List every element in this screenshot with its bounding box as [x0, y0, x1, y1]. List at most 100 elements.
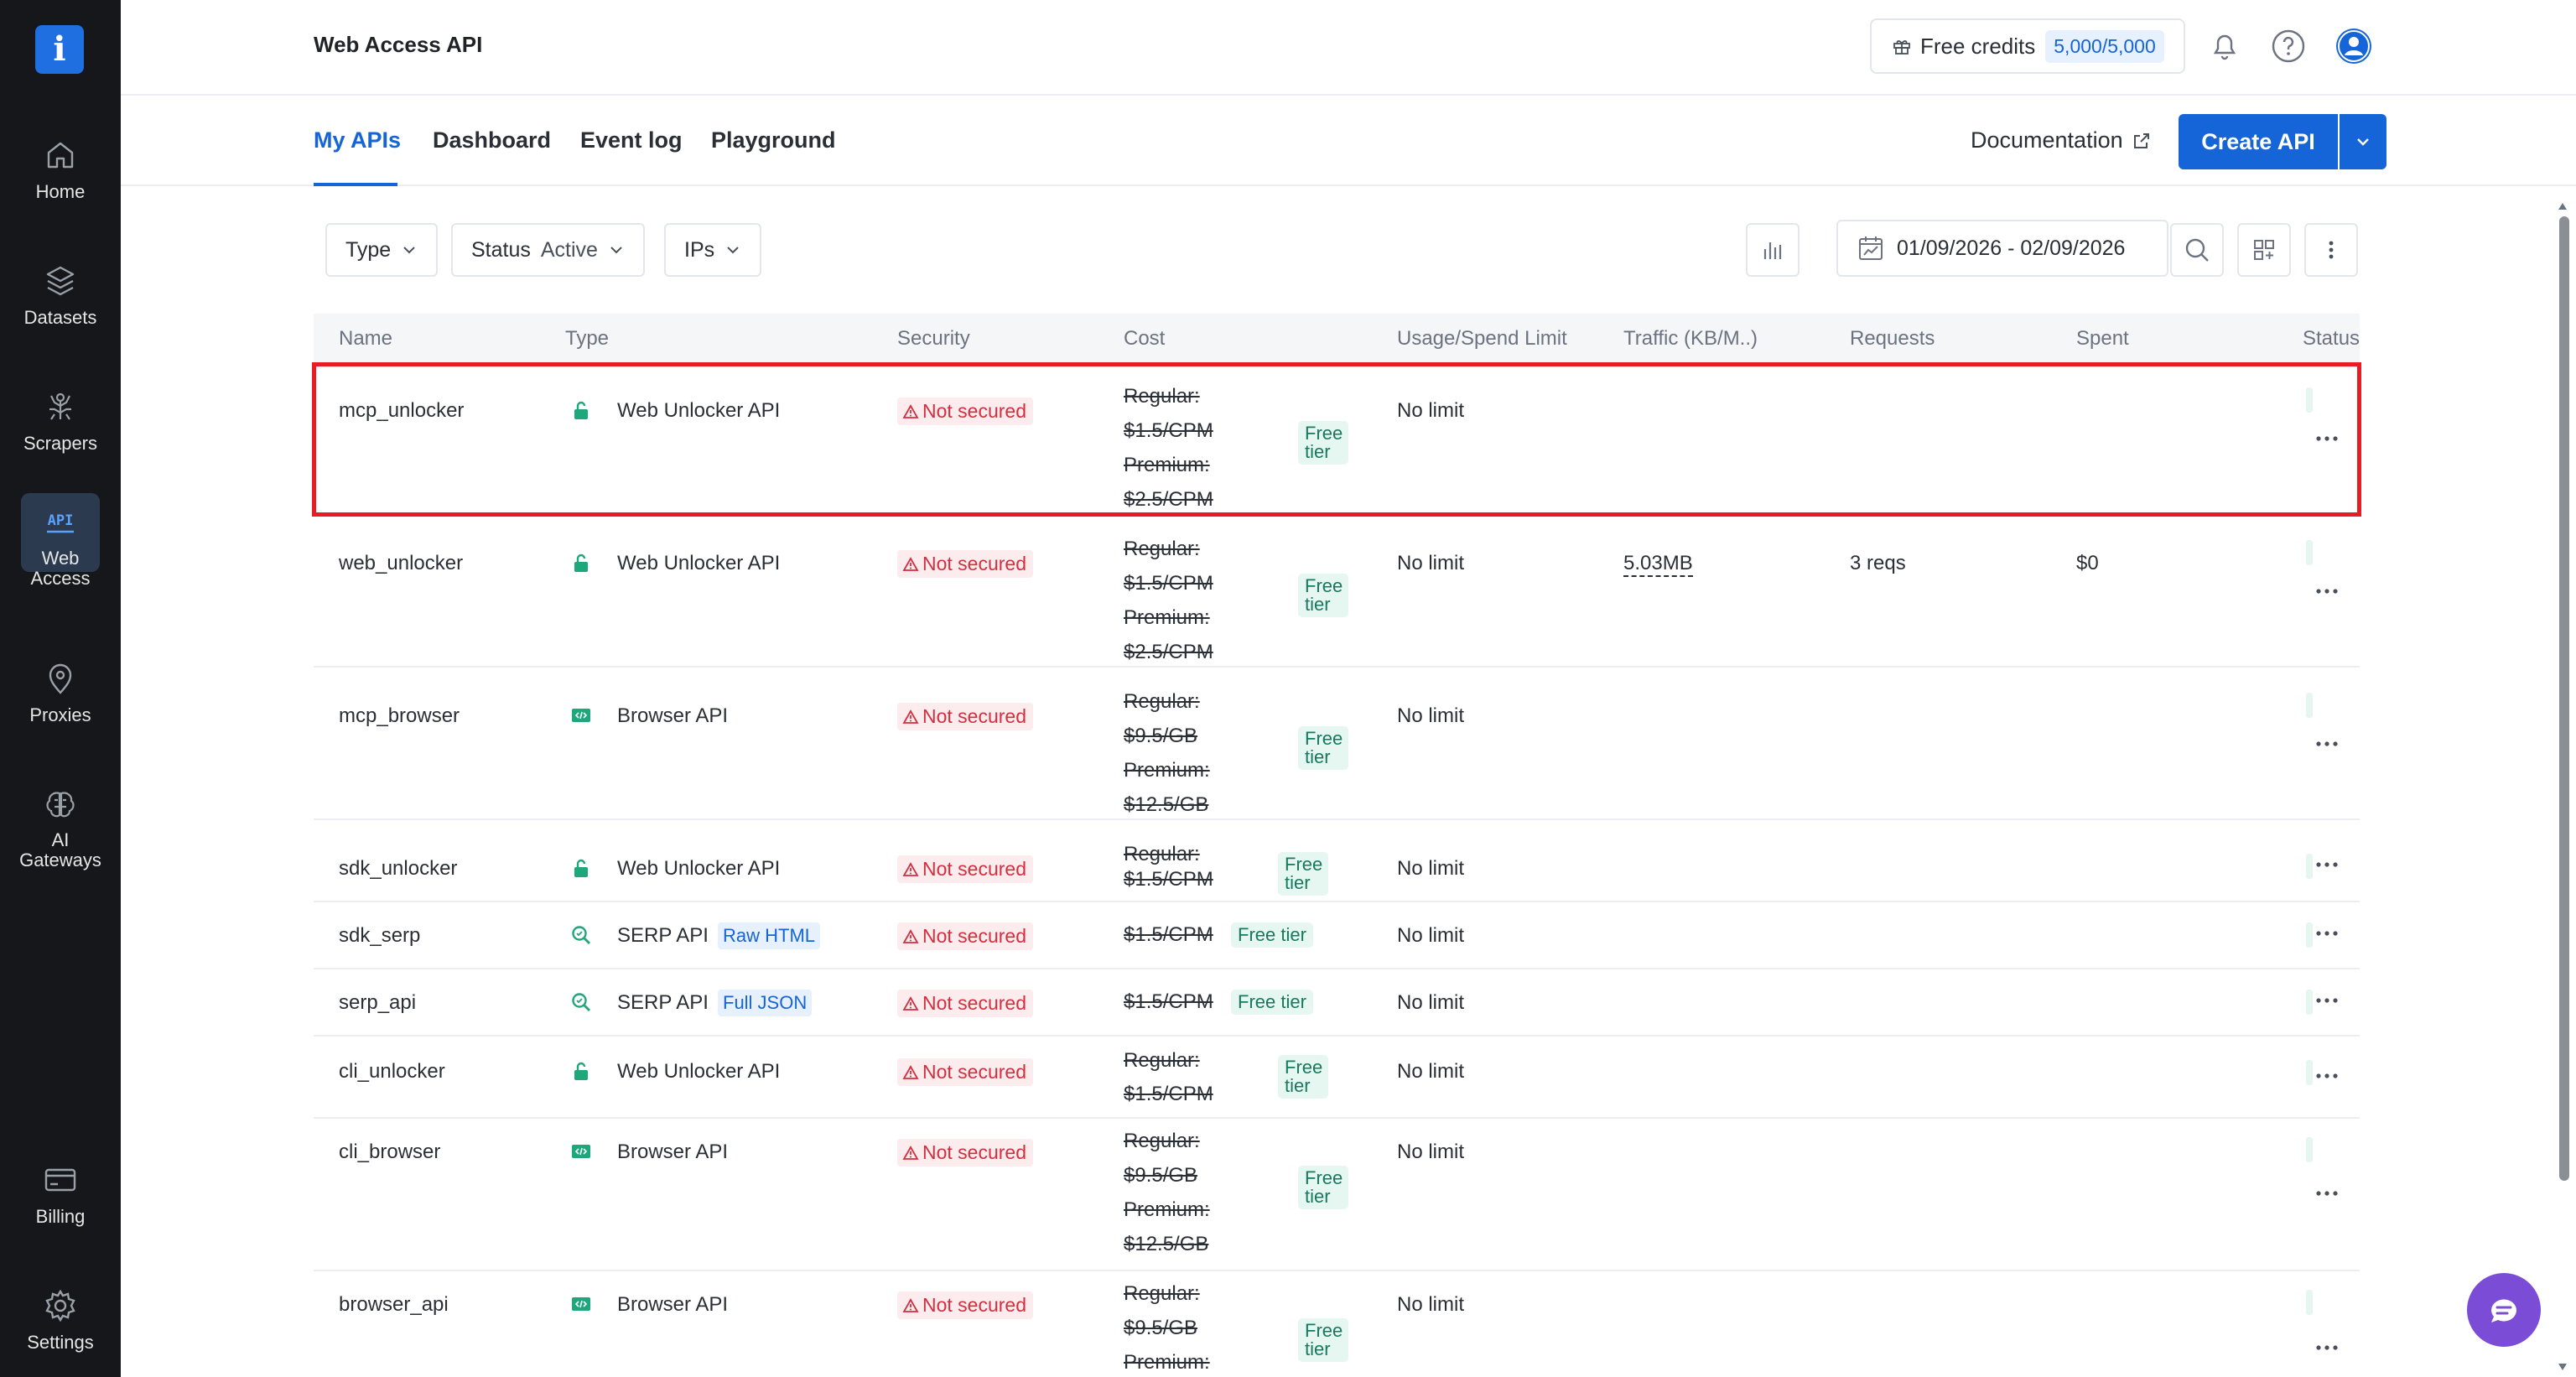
more-horizontal-icon[interactable] [2314, 860, 2340, 869]
scrollbar-thumb[interactable] [2559, 216, 2569, 1181]
traffic-value[interactable]: 5.03MB [1623, 552, 1693, 577]
more-horizontal-icon[interactable] [2314, 1189, 2340, 1198]
help-icon[interactable] [2269, 27, 2308, 65]
table-row[interactable]: serp_api SERP API Full JSON Not secured … [314, 969, 2360, 1037]
column-header-traffic[interactable]: Traffic (KB/M..) [1623, 327, 1758, 351]
api-name[interactable]: cli_browser [339, 1141, 440, 1164]
security-badge[interactable]: Not secured [897, 855, 1034, 883]
free-tier-badge: Free tier [1231, 990, 1313, 1015]
tab-my-apis[interactable]: My APIs [314, 127, 401, 153]
filter-label: Type [345, 237, 392, 262]
grid-add-icon [2254, 240, 2274, 260]
tab-event-log[interactable]: Event log [580, 127, 683, 153]
column-header-requests[interactable]: Requests [1850, 327, 1935, 351]
filter-label: IPs [684, 237, 715, 262]
cost-line: Regular: [1124, 1282, 1200, 1305]
more-horizontal-icon[interactable] [2314, 587, 2340, 595]
security-badge[interactable]: Not secured [897, 1139, 1034, 1167]
sidebar-item-proxies[interactable]: Proxies [0, 659, 121, 726]
free-tier-badge: Free tier [1298, 1318, 1348, 1362]
billing-icon [44, 1168, 76, 1192]
table-row[interactable]: mcp_browser Browser API Not secured Regu… [314, 668, 2360, 820]
sidebar-item-label: Web [41, 548, 80, 569]
status-badge [2306, 693, 2313, 718]
table-row[interactable]: web_unlocker Web Unlocker API Not secure… [314, 515, 2360, 668]
sidebar-item-billing[interactable]: Billing [0, 1161, 121, 1228]
unlock-icon [574, 859, 588, 877]
cost-line: $1.5/CPM [1124, 923, 1213, 946]
api-type: SERP API [617, 991, 709, 1014]
security-badge[interactable]: Not secured [897, 922, 1034, 950]
status-badge [2306, 1137, 2313, 1162]
api-name[interactable]: browser_api [339, 1293, 449, 1317]
sidebar-item-ai-gateways[interactable]: AI Gateways [0, 785, 121, 870]
api-name[interactable]: serp_api [339, 991, 416, 1015]
date-range-picker[interactable]: 01/09/2026 - 02/09/2026 [1836, 220, 2168, 277]
api-name[interactable]: sdk_unlocker [339, 857, 457, 881]
usage-limit: No limit [1397, 1141, 1465, 1163]
column-header-name[interactable]: Name [339, 327, 392, 351]
free-credits-button[interactable]: Free credits 5,000/5,000 [1870, 18, 2185, 74]
table-row[interactable]: cli_browser Browser API Not secured Regu… [314, 1119, 2360, 1271]
sidebar-item-label: Datasets [23, 307, 97, 328]
documentation-label: Documentation [1971, 127, 2123, 153]
api-name[interactable]: cli_unlocker [339, 1060, 445, 1083]
tab-playground[interactable]: Playground [711, 127, 836, 153]
sidebar-item-scrapers[interactable]: Scrapers [0, 387, 121, 455]
usage-limit: No limit [1397, 1060, 1465, 1083]
settings-icon [45, 1289, 75, 1322]
brand-logo-icon[interactable]: i [35, 25, 84, 74]
sidebar-item-datasets[interactable]: Datasets [0, 262, 121, 329]
more-horizontal-icon[interactable] [2314, 929, 2340, 938]
column-header-spent[interactable]: Spent [2076, 327, 2129, 351]
free-tier-badge: Free tier [1278, 1055, 1328, 1099]
api-name[interactable]: sdk_serp [339, 924, 420, 948]
security-badge[interactable]: Not secured [897, 1291, 1034, 1319]
table-row[interactable]: browser_api Browser API Not secured Regu… [314, 1271, 2360, 1377]
more-horizontal-icon[interactable] [2314, 740, 2340, 748]
user-avatar-icon[interactable] [2334, 27, 2373, 65]
bell-icon[interactable] [2205, 27, 2244, 65]
more-vertical-icon [2329, 241, 2334, 259]
sidebar-item-settings[interactable]: Settings [0, 1286, 121, 1354]
column-header-cost[interactable]: Cost [1124, 327, 1165, 351]
more-horizontal-icon[interactable] [2314, 996, 2340, 1005]
more-horizontal-icon[interactable] [2314, 1072, 2340, 1080]
chat-launcher-button[interactable] [2467, 1273, 2541, 1347]
create-api-dropdown-button[interactable] [2340, 114, 2386, 169]
security-badge[interactable]: Not secured [897, 990, 1034, 1017]
table-row[interactable]: sdk_unlocker Web Unlocker API Not secure… [314, 820, 2360, 902]
ips-filter[interactable]: IPs [664, 223, 762, 277]
table-row[interactable]: cli_unlocker Web Unlocker API Not secure… [314, 1037, 2360, 1119]
columns-button[interactable] [2237, 223, 2291, 277]
security-badge[interactable]: Not secured [897, 1058, 1034, 1086]
filter-label: Status [471, 237, 531, 262]
chart-view-button[interactable] [1746, 223, 1800, 277]
search-button[interactable] [2170, 223, 2224, 277]
column-header-security[interactable]: Security [897, 327, 970, 351]
table-row[interactable]: sdk_serp SERP API Raw HTML Not secured $… [314, 902, 2360, 969]
usage-limit: No limit [1397, 552, 1465, 574]
active-tab-underline [314, 183, 397, 186]
column-header-status[interactable]: Status [2303, 327, 2360, 351]
more-horizontal-icon[interactable] [2314, 1343, 2340, 1352]
type-filter[interactable]: Type [325, 223, 439, 277]
status-filter[interactable]: Status Active [451, 223, 645, 277]
create-api-button[interactable]: Create API [2179, 114, 2338, 169]
security-badge[interactable]: Not secured [897, 703, 1034, 730]
security-badge[interactable]: Not secured [897, 550, 1034, 578]
tab-dashboard[interactable]: Dashboard [433, 127, 551, 153]
documentation-link[interactable]: Documentation [1971, 127, 2152, 153]
api-name[interactable]: mcp_browser [339, 704, 460, 728]
column-header-type[interactable]: Type [565, 327, 609, 351]
serp-search-icon [572, 993, 590, 1011]
status-badge [2306, 922, 2313, 948]
column-header-usage-limit[interactable]: Usage/Spend Limit [1397, 327, 1567, 351]
more-options-button[interactable] [2304, 223, 2358, 277]
sidebar-item-web-access[interactable]: API Web Access [0, 493, 121, 589]
free-tier-badge: Free tier [1298, 574, 1348, 617]
sidebar-item-home[interactable]: Home [0, 136, 121, 203]
api-name[interactable]: web_unlocker [339, 552, 463, 575]
cost-line: $2.5/CPM [1124, 641, 1213, 663]
security-label: Not secured [922, 1141, 1027, 1163]
